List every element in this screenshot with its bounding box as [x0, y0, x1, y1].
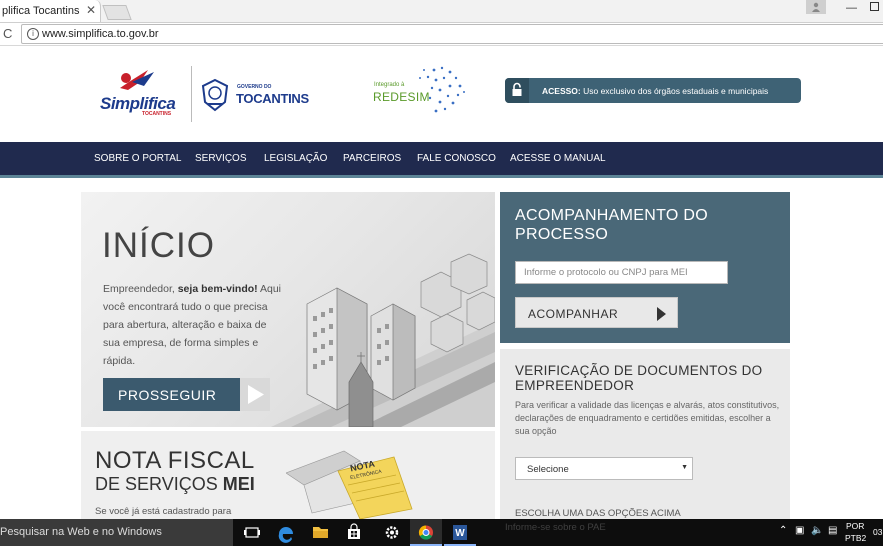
- taskbar-overlay-text: Informe-se sobre o PAE: [505, 522, 606, 533]
- keyboard-layout[interactable]: PTB2: [845, 533, 866, 543]
- language-code[interactable]: POR: [846, 521, 864, 531]
- access-label: ACESSO: Uso exclusivo dos órgãos estadua…: [542, 86, 768, 96]
- play-arrow-icon: [240, 378, 270, 411]
- edge-icon[interactable]: [270, 519, 302, 546]
- nota-subtitle-prefix: DE SERVIÇOS: [95, 474, 223, 494]
- chrome-icon[interactable]: [410, 519, 442, 546]
- maximize-icon[interactable]: [870, 2, 879, 11]
- task-view-icon[interactable]: [236, 519, 268, 546]
- address-bar: C i www.simplifica.to.gov.br: [0, 23, 883, 46]
- coat-of-arms-icon: [201, 78, 229, 112]
- verification-description: Para verificar a validade das licenças e…: [515, 400, 780, 436]
- nota-subtitle: DE SERVIÇOS MEI: [95, 474, 255, 495]
- access-label-bold: ACESSO:: [542, 86, 581, 96]
- hero-title: INÍCIO: [102, 226, 215, 265]
- nav-item-parceiros[interactable]: PARCEIROS: [343, 153, 401, 164]
- protocol-input[interactable]: [515, 261, 728, 284]
- access-button[interactable]: ACESSO: Uso exclusivo dos órgãos estadua…: [505, 78, 801, 103]
- url-field[interactable]: i www.simplifica.to.gov.br: [21, 24, 883, 44]
- main-nav: SOBRE O PORTAL SERVIÇOS LEGISLAÇÃO PARCE…: [0, 142, 883, 178]
- access-label-text: Uso exclusivo dos órgãos estaduais e mun…: [580, 86, 769, 96]
- nav-item-sobre-o-portal[interactable]: SOBRE O PORTAL: [94, 153, 181, 164]
- info-icon[interactable]: i: [27, 28, 39, 40]
- tracking-panel: ACOMPANHAMENTO DO PROCESSO ACOMPANHAR: [500, 192, 790, 343]
- redesim-caption: Integrado à: [374, 82, 405, 88]
- gov-big-text: TOCANTINS: [236, 91, 309, 106]
- taskbar-search-text: Pesquisar na Web e no Windows: [0, 526, 162, 538]
- city-illustration: [271, 253, 495, 427]
- hero-description: Empreendedor, seja bem-vindo! Aqui você …: [103, 280, 281, 370]
- taskbar-search[interactable]: Pesquisar na Web e no Windows: [0, 519, 233, 546]
- volume-icon[interactable]: 🔈: [811, 525, 823, 536]
- browser-tab-bar: plifica Tocantins ✕ —: [0, 0, 883, 23]
- file-explorer-icon[interactable]: [304, 519, 336, 546]
- lock-icon: [505, 78, 529, 103]
- simplifica-logo[interactable]: Simplifica TOCANTINS: [100, 68, 184, 118]
- play-arrow-icon: [657, 307, 666, 321]
- settings-gear-icon[interactable]: [376, 519, 408, 546]
- tab-title: plifica Tocantins: [2, 5, 80, 17]
- svg-text:W: W: [455, 528, 465, 539]
- acompanhar-button[interactable]: ACOMPANHAR: [515, 297, 678, 328]
- tracking-title: ACOMPANHAMENTO DO PROCESSO: [515, 207, 708, 243]
- new-tab-button[interactable]: [102, 5, 132, 20]
- header-divider: [191, 66, 192, 122]
- windows-taskbar: Pesquisar na Web e no Windows W ⌃ ▣ 🔈 ▤ …: [0, 519, 883, 546]
- reload-icon[interactable]: C: [3, 26, 12, 41]
- prosseguir-button[interactable]: PROSSEGUIR: [103, 378, 270, 411]
- redesim-name: REDESIM: [373, 90, 430, 104]
- hero-text-1: Empreendedor,: [103, 283, 178, 295]
- acompanhar-label: ACOMPANHAR: [528, 307, 619, 321]
- gov-small-text: GOVERNO DO: [237, 84, 272, 90]
- verification-panel: VERIFICAÇÃO DE DOCUMENTOS DO EMPREENDEDO…: [500, 349, 790, 519]
- url-text: www.simplifica.to.gov.br: [42, 28, 159, 40]
- hero-text-bold: seja bem-vindo!: [177, 283, 258, 295]
- nota-fiscal-panel[interactable]: NOTA FISCAL DE SERVIÇOS MEI Se você já e…: [81, 431, 495, 519]
- verification-title: VERIFICAÇÃO DE DOCUMENTOS DO EMPREENDEDO…: [515, 363, 763, 393]
- document-type-select[interactable]: Selecione ▼: [515, 457, 693, 480]
- browser-tab[interactable]: plifica Tocantins ✕: [0, 0, 101, 22]
- close-icon[interactable]: ✕: [86, 3, 96, 17]
- governo-tocantins-logo[interactable]: GOVERNO DO TOCANTINS: [200, 78, 315, 112]
- select-value: Selecione: [527, 464, 569, 475]
- nota-title: NOTA FISCAL: [95, 447, 255, 474]
- hero-panel: INÍCIO Empreendedor, seja bem-vindo! Aqu…: [81, 192, 495, 427]
- logo-subtext: TOCANTINS: [142, 111, 172, 117]
- profile-icon[interactable]: [806, 0, 826, 14]
- hero-text-2: Aqui você encontrará tudo o que precisa …: [103, 283, 282, 367]
- verification-note: ESCOLHA UMA DAS OPÇÕES ACIMA: [515, 508, 681, 519]
- chevron-down-icon: ▼: [681, 464, 688, 471]
- nota-subtitle-bold: MEI: [222, 474, 255, 494]
- chevron-up-icon[interactable]: ⌃: [779, 525, 787, 536]
- nav-item-legislacao[interactable]: LEGISLAÇÃO: [264, 153, 327, 164]
- clock[interactable]: 03: [873, 527, 882, 537]
- minimize-icon[interactable]: —: [846, 2, 857, 14]
- nav-item-servicos[interactable]: SERVIÇOS: [195, 153, 247, 164]
- store-icon[interactable]: [338, 519, 370, 546]
- redesim-logo[interactable]: Integrado à REDESIM: [372, 64, 468, 116]
- nav-item-acesse-o-manual[interactable]: ACESSE O MANUAL: [510, 153, 606, 164]
- nav-item-fale-conosco[interactable]: FALE CONOSCO: [417, 153, 496, 164]
- prosseguir-label: PROSSEGUIR: [118, 387, 217, 403]
- word-icon[interactable]: W: [444, 519, 476, 546]
- network-icon[interactable]: ▣: [795, 525, 804, 536]
- nota-description: Se você já está cadastrado para: [95, 506, 232, 517]
- notification-icon[interactable]: ▤: [828, 525, 837, 536]
